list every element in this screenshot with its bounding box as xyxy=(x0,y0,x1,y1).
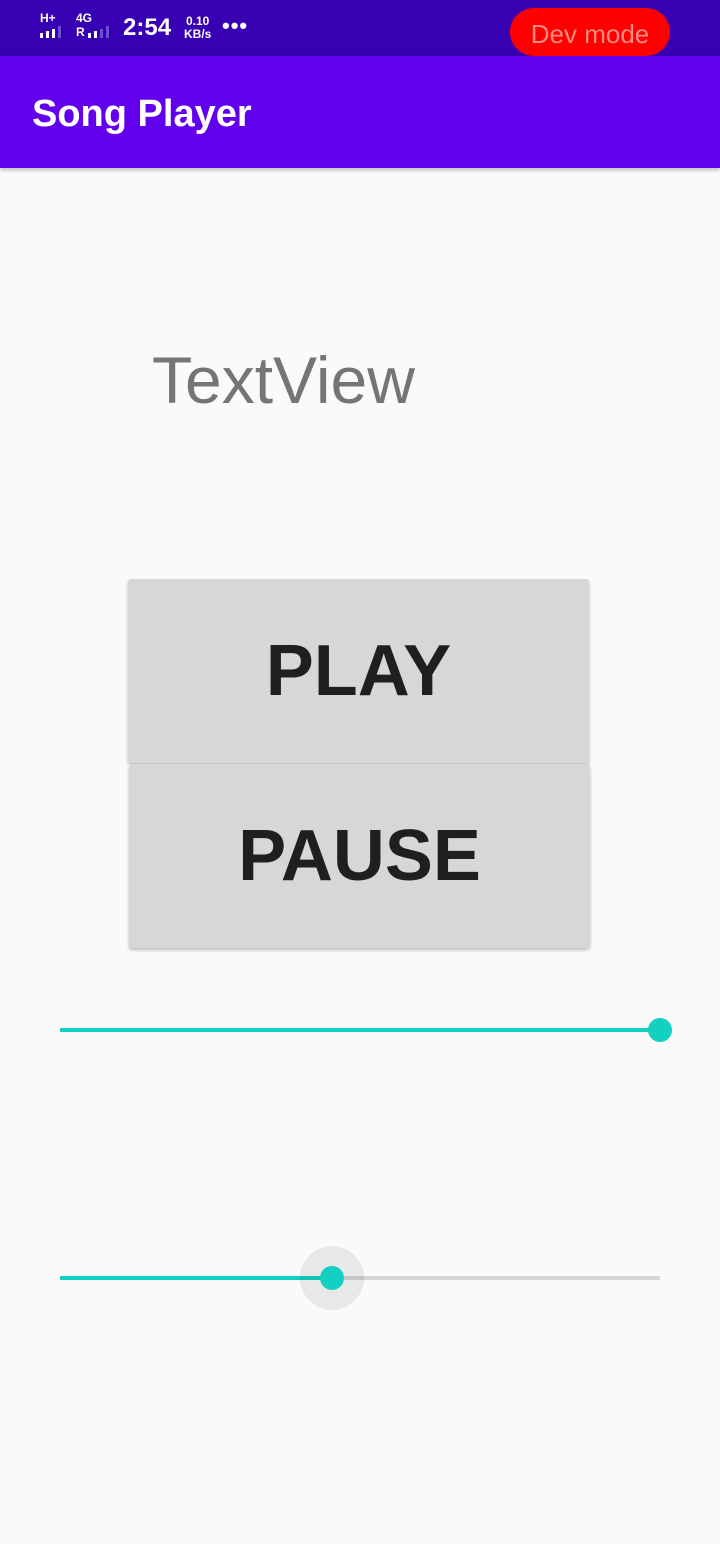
play-button[interactable]: PLAY xyxy=(128,579,589,763)
seekbar-progress xyxy=(60,1276,332,1280)
seekbar-thumb[interactable] xyxy=(320,1266,344,1290)
network-speed: 0.10 KB/s xyxy=(184,15,211,41)
roaming-label: R xyxy=(76,25,85,39)
dev-mode-badge[interactable]: Dev mode xyxy=(510,8,670,56)
app-bar: Song Player xyxy=(0,56,720,168)
song-textview: TextView xyxy=(152,343,415,417)
status-bar: H+ 4G R 2:54 0.10 KB/s ••• Dev mode xyxy=(0,0,720,56)
network-speed-unit: KB/s xyxy=(184,27,212,41)
app-title: Song Player xyxy=(32,93,252,135)
network-type-label: H+ xyxy=(40,11,56,25)
status-clock: 2:54 xyxy=(123,14,172,41)
seekbar-thumb[interactable] xyxy=(648,1018,672,1042)
network-type-label: 4G xyxy=(76,11,93,25)
position-seekbar[interactable] xyxy=(60,1246,660,1310)
seekbar-progress xyxy=(60,1028,660,1032)
more-notifications-icon: ••• xyxy=(222,13,249,38)
pause-button[interactable]: PAUSE xyxy=(129,764,590,948)
volume-seekbar[interactable] xyxy=(60,1006,672,1054)
